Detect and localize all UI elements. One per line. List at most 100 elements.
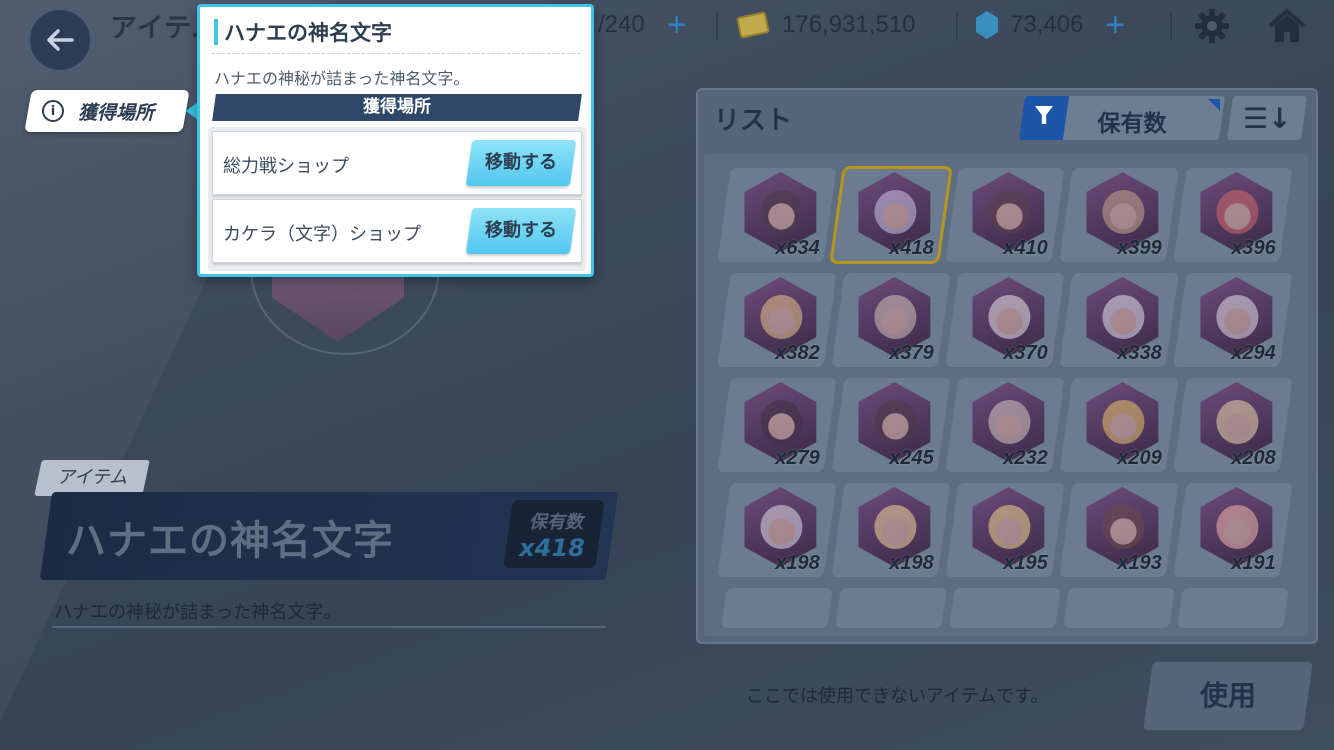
sort-button[interactable]: ☰↓ (1226, 96, 1308, 140)
item-quantity: x370 (1002, 342, 1048, 364)
character-portrait (988, 505, 1031, 549)
use-button-label: 使用 (1199, 679, 1256, 712)
item-quantity: x396 (1230, 237, 1276, 259)
item-quantity: x379 (888, 342, 934, 364)
item-card[interactable] (1063, 588, 1175, 628)
settings-button[interactable] (1192, 6, 1232, 46)
ap-plus-icon[interactable]: + (667, 6, 687, 45)
character-portrait (988, 295, 1031, 339)
item-quantity: x198 (888, 552, 934, 574)
character-portrait (874, 295, 917, 339)
move-button-label: 移動する (485, 152, 557, 173)
item-quantity: x418 (888, 237, 934, 259)
divider (1170, 12, 1172, 40)
item-quantity: x191 (1230, 552, 1276, 574)
acquisition-header-label: 獲得場所 (363, 97, 431, 117)
item-card[interactable]: x410 (945, 168, 1065, 262)
acquisition-popup: ハナエの神名文字 ハナエの神秘が詰まった神名文字。 獲得場所 総力戦ショップ 移… (197, 4, 594, 277)
character-portrait (1216, 505, 1259, 549)
item-card[interactable]: x191 (1173, 483, 1293, 577)
acquisition-tab-label: 獲得場所 (78, 101, 155, 124)
item-quantity: x198 (774, 552, 820, 574)
list-title: リスト (714, 106, 793, 136)
character-portrait (760, 400, 803, 444)
item-card[interactable]: x396 (1173, 168, 1293, 262)
item-card[interactable]: x399 (1059, 168, 1179, 262)
character-portrait (1102, 190, 1145, 234)
character-portrait (874, 400, 917, 444)
character-portrait (1216, 190, 1259, 234)
item-card[interactable]: x232 (945, 378, 1065, 472)
owned-label: 保有数 (528, 512, 583, 533)
item-card[interactable]: x379 (831, 273, 951, 367)
home-icon (1268, 8, 1306, 42)
back-arrow-icon (47, 29, 74, 51)
acquisition-header: 獲得場所 (212, 94, 582, 121)
item-card[interactable] (949, 588, 1061, 628)
item-card[interactable] (1177, 588, 1289, 628)
category-tag: アイテム (34, 460, 150, 496)
sort-icon: ☰↓ (1242, 101, 1292, 135)
item-quantity: x399 (1116, 237, 1162, 259)
character-portrait (760, 190, 803, 234)
character-portrait (1216, 295, 1259, 339)
divider (52, 626, 606, 628)
gem-value: 73,406 (1010, 11, 1084, 38)
home-button[interactable] (1266, 6, 1308, 46)
popup-title: ハナエの神名文字 (224, 21, 392, 45)
item-card[interactable]: x382 (717, 273, 837, 367)
character-portrait (760, 295, 803, 339)
item-card[interactable]: x418 (829, 166, 953, 264)
item-card[interactable]: x634 (717, 168, 837, 262)
item-card[interactable]: x245 (831, 378, 951, 472)
divider (212, 53, 580, 54)
filter-corner-mark (1208, 99, 1220, 111)
divider (956, 12, 958, 40)
item-card[interactable]: x198 (831, 483, 951, 577)
item-card[interactable]: x193 (1059, 483, 1179, 577)
location-list: 総力戦ショップ 移動する カケラ（文字）ショップ 移動する (208, 127, 586, 271)
item-quantity: x634 (774, 237, 820, 259)
character-portrait (1102, 295, 1145, 339)
gear-icon (1195, 9, 1229, 43)
item-description: ハナエの神秘が詰まった神名文字。 (54, 602, 342, 623)
item-quantity: x294 (1230, 342, 1276, 364)
item-card[interactable] (835, 588, 947, 628)
gem-icon (976, 11, 998, 39)
item-card[interactable]: x279 (717, 378, 837, 472)
use-notice: ここでは使用できないアイテムです。 (746, 686, 1049, 707)
owned-value: x418 (519, 534, 585, 562)
use-button[interactable]: 使用 (1143, 662, 1313, 730)
character-portrait (760, 505, 803, 549)
item-card[interactable]: x208 (1173, 378, 1293, 472)
divider (716, 12, 718, 40)
item-quantity: x410 (1002, 237, 1048, 259)
filter-label: 保有数 (1097, 111, 1167, 137)
item-quantity: x193 (1116, 552, 1162, 574)
character-portrait (988, 190, 1031, 234)
character-portrait (988, 400, 1031, 444)
credit-icon (736, 11, 770, 39)
character-portrait (1216, 400, 1259, 444)
move-button[interactable]: 移動する (465, 140, 577, 186)
item-card[interactable]: x338 (1059, 273, 1179, 367)
acquisition-tab[interactable]: i 獲得場所 (24, 90, 190, 132)
item-card[interactable]: x195 (945, 483, 1065, 577)
item-card[interactable]: x294 (1173, 273, 1293, 367)
item-quantity: x279 (774, 447, 820, 469)
item-quantity: x245 (888, 447, 934, 469)
ap-text: /240 (598, 11, 645, 38)
item-name: ハナエの神名文字 (66, 518, 394, 564)
item-grid[interactable]: x634 x418 x410 x399 x396 x382 x379 x370 x338 x294… (704, 154, 1308, 636)
gem-plus-icon[interactable]: + (1105, 6, 1125, 45)
owned-count-box: 保有数 x418 (503, 500, 605, 568)
item-card[interactable]: x370 (945, 273, 1065, 367)
item-quantity: x338 (1116, 342, 1162, 364)
item-card[interactable]: x198 (717, 483, 837, 577)
move-button[interactable]: 移動する (465, 208, 577, 254)
item-card[interactable]: x209 (1059, 378, 1179, 472)
item-quantity: x195 (1002, 552, 1048, 574)
item-card[interactable] (721, 588, 833, 628)
popup-description: ハナエの神秘が詰まった神名文字。 (214, 69, 470, 88)
back-button[interactable] (28, 8, 92, 72)
